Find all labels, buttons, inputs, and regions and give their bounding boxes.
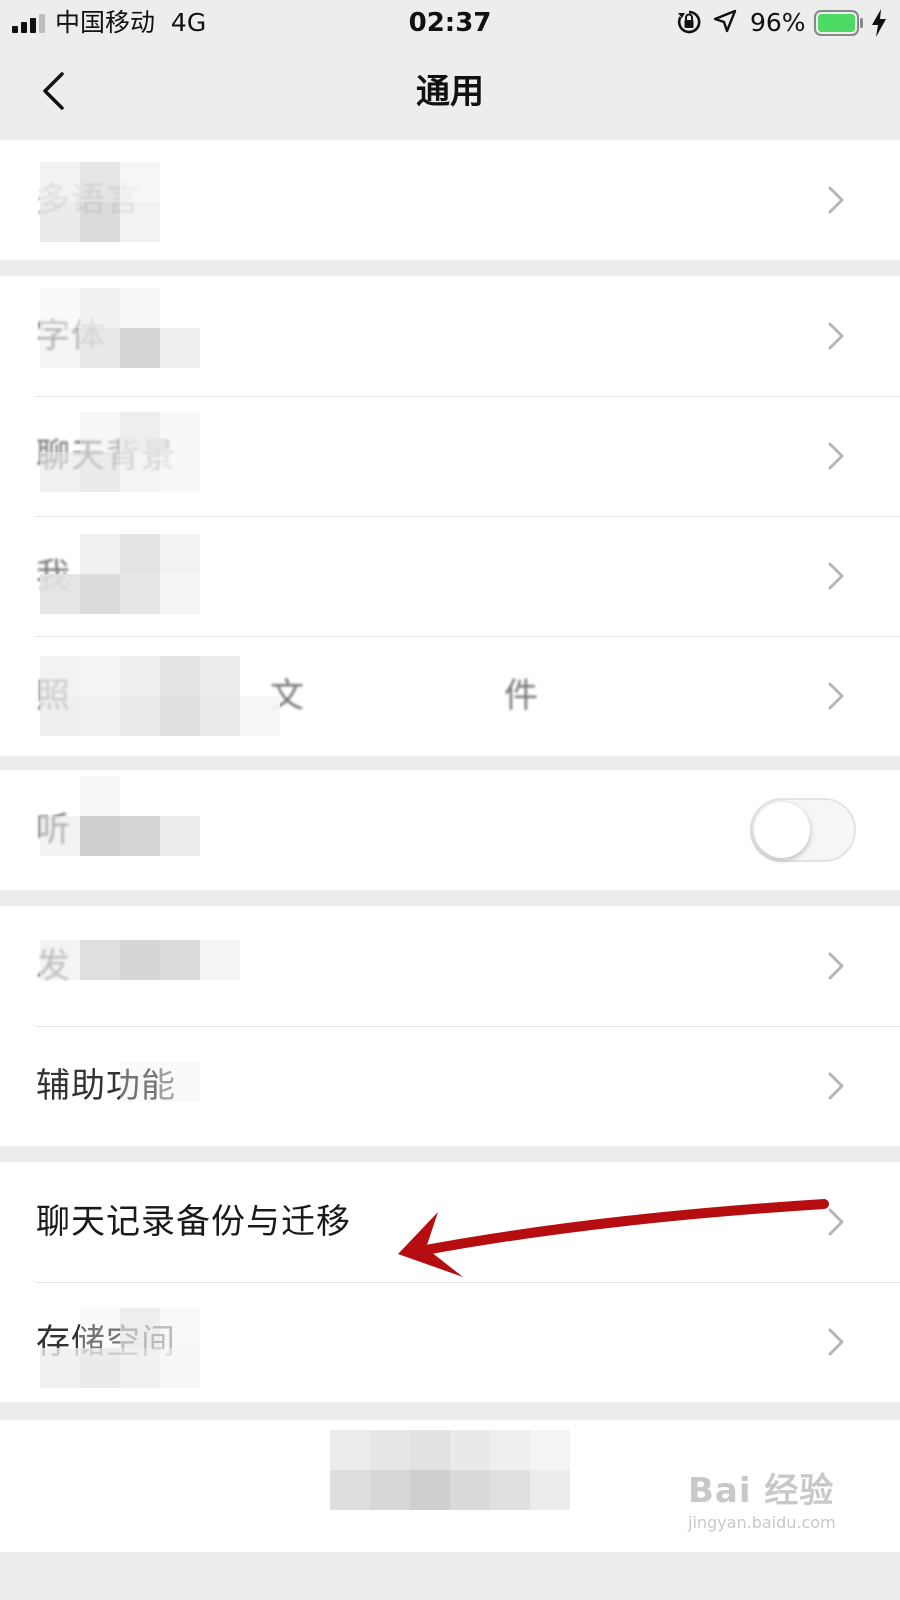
privacy-mosaic (40, 412, 200, 492)
privacy-mosaic (40, 776, 200, 856)
settings-item-earpiece: 听 (0, 770, 900, 890)
page-title: 通用 (416, 72, 484, 112)
settings-item-chat-backup-migration[interactable]: 聊天记录备份与迁移 (0, 1162, 900, 1282)
battery-icon (814, 10, 863, 36)
settings-item-me[interactable]: 我 (0, 516, 900, 636)
chevron-right-icon (828, 442, 844, 470)
toggle-knob (754, 802, 810, 858)
settings-item-photos-files[interactable]: 照文件 (0, 636, 900, 756)
watermark-url: jingyan.baidu.com (688, 1513, 836, 1532)
settings-group-storage: 聊天记录备份与迁移 存储空间 (0, 1162, 900, 1402)
chevron-right-icon (828, 1208, 844, 1236)
navigation-bar: 通用 (0, 46, 900, 138)
watermark-brand: Bai 经验 (688, 1471, 835, 1511)
privacy-mosaic (120, 1062, 200, 1102)
settings-group-toggle: 听 (0, 770, 900, 890)
privacy-mosaic (40, 162, 160, 242)
settings-group-accessibility: 发 辅助功能 (0, 906, 900, 1146)
chevron-right-icon (828, 952, 844, 980)
privacy-mosaic (40, 940, 240, 980)
settings-item-accessibility[interactable]: 辅助功能 (0, 1026, 900, 1146)
settings-group-display: 字体 聊天背景 我 照文件 (0, 276, 900, 756)
earpiece-toggle[interactable] (750, 798, 856, 862)
privacy-mosaic (40, 1308, 200, 1388)
chevron-right-icon (828, 682, 844, 710)
chevron-right-icon (828, 1328, 844, 1356)
orientation-lock-icon (677, 10, 701, 34)
chevron-right-icon (828, 1072, 844, 1100)
status-bar: 中国移动 4G 02:37 96% (0, 0, 900, 46)
chevron-right-icon (828, 562, 844, 590)
privacy-mosaic (40, 288, 200, 368)
watermark: Bai 经验 jingyan.baidu.com (688, 1468, 888, 1548)
settings-item-label: 聊天记录备份与迁移 (36, 1202, 351, 1242)
settings-item-font[interactable]: 字体 (0, 276, 900, 396)
settings-item-chat-background[interactable]: 聊天背景 (0, 396, 900, 516)
location-arrow-icon (713, 9, 737, 33)
privacy-mosaic (330, 1430, 570, 1510)
chevron-right-icon (828, 322, 844, 350)
settings-group-language: 多语言 (0, 140, 900, 260)
settings-item-discover[interactable]: 发 (0, 906, 900, 1026)
settings-item-multilanguage[interactable]: 多语言 (0, 140, 900, 260)
charging-bolt-icon (872, 9, 886, 37)
privacy-mosaic (40, 534, 200, 614)
chevron-right-icon (828, 186, 844, 214)
battery-percent: 96% (750, 8, 806, 37)
privacy-mosaic (40, 656, 320, 736)
settings-item-storage[interactable]: 存储空间 (0, 1282, 900, 1402)
